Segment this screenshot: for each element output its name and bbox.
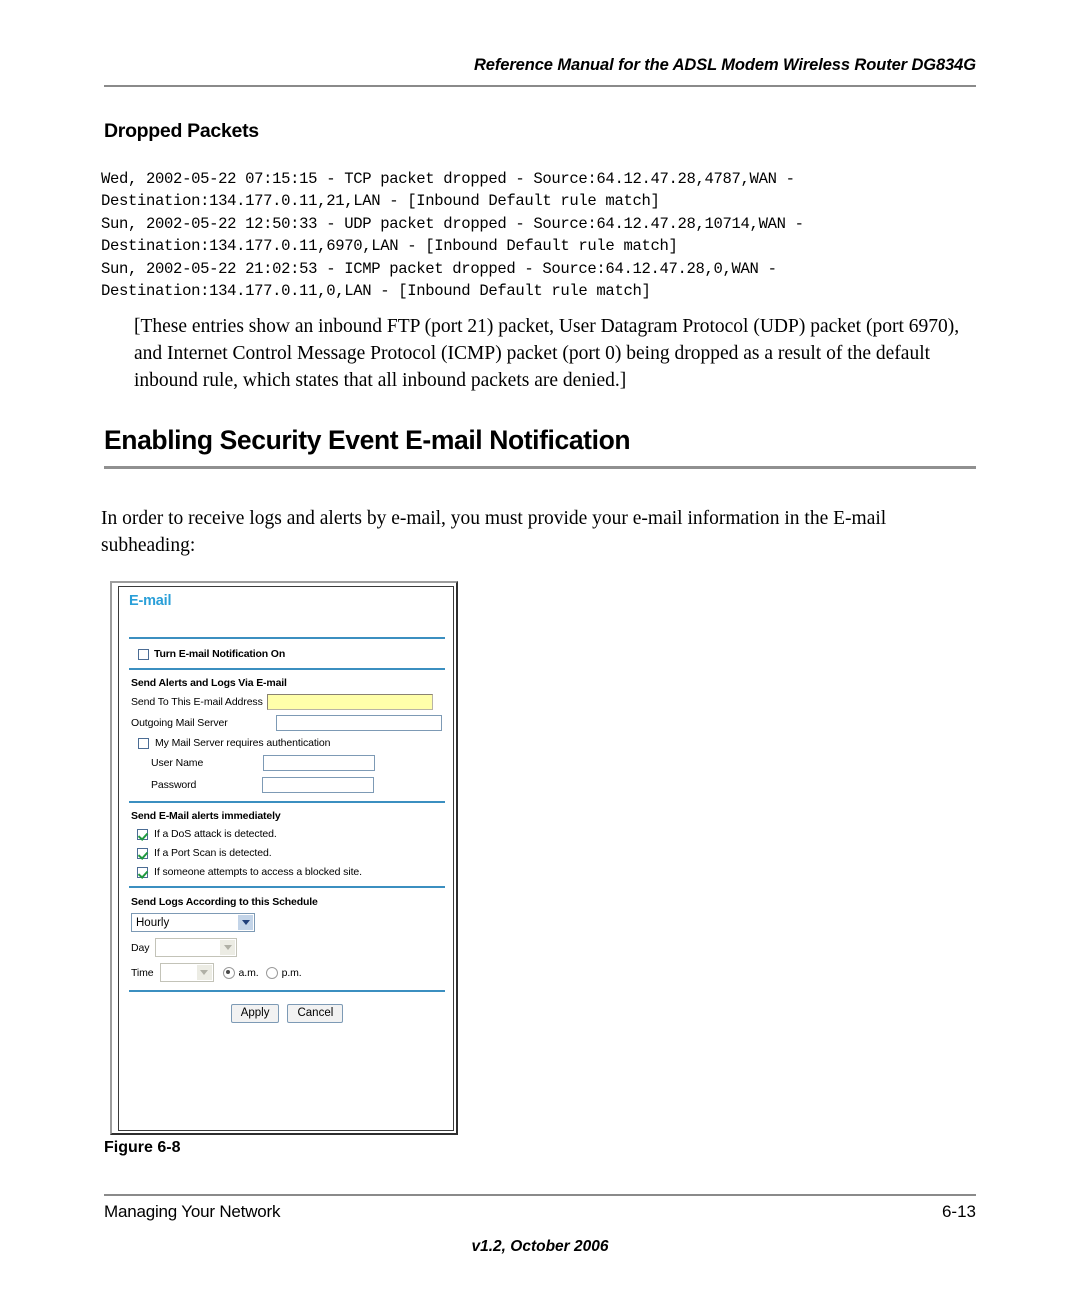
dropped-packets-log: Wed, 2002-05-22 07:15:15 - TCP packet dr… (101, 170, 804, 301)
figure-caption: Figure 6-8 (104, 1139, 181, 1156)
password-input[interactable] (262, 777, 375, 793)
schedule-time-label: Time (131, 966, 154, 979)
schedule-day-select[interactable] (155, 938, 238, 957)
alert-portscan-checkbox[interactable] (137, 847, 148, 859)
document-page: Reference Manual for the ADSL Modem Wire… (0, 0, 1080, 1296)
explanatory-note-paragraph: [These entries show an inbound FTP (port… (134, 316, 960, 391)
mail-server-row: Outgoing Mail Server (131, 715, 445, 731)
footer-rule (104, 1194, 976, 1196)
form-actions: Apply Cancel (129, 1004, 445, 1023)
immediate-alerts-heading: Send E-Mail alerts immediately (131, 810, 281, 822)
username-label: User Name (151, 757, 204, 769)
email-address-row: Send To This E-mail Address (131, 694, 445, 710)
meridiem-pm-radio[interactable] (265, 966, 278, 979)
figure-email-settings-screenshot: E-mail Turn E-mail Notification On Send … (110, 581, 458, 1135)
schedule-time-dropdown-button[interactable] (196, 965, 212, 980)
alert-dos-row[interactable]: If a DoS attack is detected. (137, 828, 445, 840)
meridiem-pm-label: p.m. (281, 966, 302, 979)
page-title-rule (104, 466, 976, 469)
schedule-frequency-select[interactable]: Hourly (131, 913, 255, 932)
chevron-down-icon (241, 920, 250, 925)
email-address-label: Send To This E-mail Address (131, 696, 263, 708)
alert-blockedsite-label: If someone attempts to access a blocked … (154, 866, 362, 878)
alert-dos-checkbox[interactable] (137, 828, 148, 840)
mail-server-label: Outgoing Mail Server (131, 717, 228, 729)
separator-4 (129, 886, 445, 888)
schedule-day-dropdown-button[interactable] (220, 940, 236, 955)
email-panel: E-mail Turn E-mail Notification On Send … (118, 586, 454, 1131)
mail-server-input[interactable] (275, 715, 442, 731)
username-row: User Name (151, 755, 445, 771)
running-header: Reference Manual for the ADSL Modem Wire… (473, 56, 976, 74)
separator-3 (129, 801, 445, 803)
alert-portscan-row[interactable]: If a Port Scan is detected. (137, 847, 445, 859)
footer-version: v1.2, October 2006 (471, 1238, 609, 1255)
separator-5 (129, 990, 445, 992)
email-address-input[interactable] (266, 694, 433, 710)
alert-blockedsite-row[interactable]: If someone attempts to access a blocked … (137, 866, 445, 878)
cancel-button[interactable]: Cancel (287, 1004, 344, 1023)
password-label: Password (151, 779, 197, 791)
password-row: Password (151, 777, 445, 793)
turn-notification-on-label: Turn E-mail Notification On (154, 648, 286, 660)
schedule-time-select[interactable] (159, 963, 214, 982)
separator-2 (129, 668, 445, 670)
email-panel-title: E-mail (129, 593, 172, 609)
meridiem-am-radio[interactable] (222, 966, 235, 979)
header-rule (104, 85, 976, 87)
page-subheading-dropped-packets: Dropped Packets (104, 120, 259, 142)
apply-button[interactable]: Apply (230, 1004, 280, 1023)
mail-auth-label: My Mail Server requires authentication (155, 737, 331, 749)
mail-auth-checkbox[interactable] (138, 737, 149, 749)
schedule-day-row: Day (131, 938, 445, 957)
meridiem-am-label: a.m. (238, 966, 259, 979)
alert-blockedsite-checkbox[interactable] (137, 866, 148, 878)
chevron-down-icon (200, 970, 209, 975)
username-input[interactable] (263, 755, 376, 771)
footer-page-number: 6-13 (941, 1202, 976, 1221)
alert-dos-label: If a DoS attack is detected. (154, 828, 277, 840)
page-title: Enabling Security Event E-mail Notificat… (104, 425, 631, 455)
schedule-frequency-dropdown-button[interactable] (238, 915, 253, 930)
schedule-time-row: Time a.m. p.m. (131, 963, 445, 982)
separator-1 (129, 637, 445, 639)
intro-paragraph: In order to receive logs and alerts by e… (101, 508, 887, 556)
send-alerts-heading: Send Alerts and Logs Via E-mail (131, 677, 287, 689)
schedule-frequency-value: Hourly (136, 916, 170, 929)
chevron-down-icon (223, 945, 232, 950)
schedule-heading: Send Logs According to this Schedule (131, 896, 318, 908)
mail-auth-row[interactable]: My Mail Server requires authentication (138, 737, 445, 749)
alert-portscan-label: If a Port Scan is detected. (154, 847, 272, 859)
turn-notification-on-row[interactable]: Turn E-mail Notification On (138, 648, 445, 660)
turn-notification-on-checkbox[interactable] (138, 648, 149, 660)
schedule-day-label: Day (131, 941, 150, 954)
